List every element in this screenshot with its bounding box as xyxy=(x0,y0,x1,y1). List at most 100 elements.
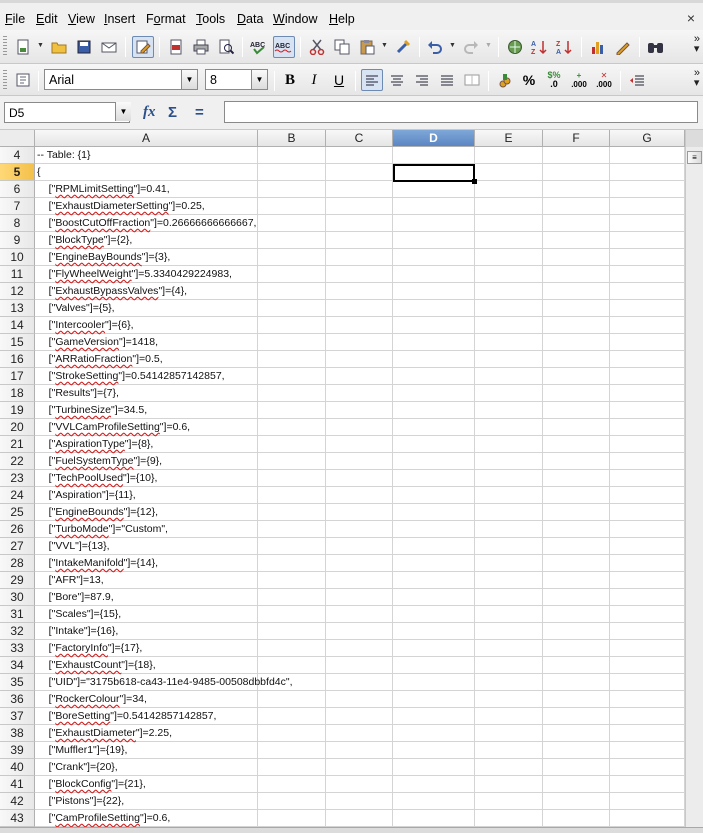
column-header-b[interactable]: B xyxy=(258,130,326,147)
clone-formatting-icon[interactable] xyxy=(392,36,414,58)
cell-a5[interactable]: { xyxy=(37,164,41,181)
cell-a9[interactable]: ["BlockType"]={2}, xyxy=(37,232,133,249)
row-header-36[interactable]: 36 xyxy=(0,691,35,708)
row-header-41[interactable]: 41 xyxy=(0,776,35,793)
cell-a4[interactable]: -- Table: {1} xyxy=(37,147,91,164)
select-all-corner[interactable] xyxy=(0,130,35,147)
cell-a35[interactable]: ["UID"]="3175b618-ca43-11e4-9485-00508db… xyxy=(37,674,293,691)
cell-a27[interactable]: ["VVL"]={13}, xyxy=(37,538,110,555)
chevron-down-icon[interactable]: ▼ xyxy=(485,42,492,49)
chart-icon[interactable] xyxy=(587,36,609,58)
cell-a17[interactable]: ["StrokeSetting"]=0.54142857142857, xyxy=(37,368,225,385)
row-header-38[interactable]: 38 xyxy=(0,725,35,742)
column-header-c[interactable]: C xyxy=(326,130,393,147)
column-header-f[interactable]: F xyxy=(543,130,610,147)
row-header-37[interactable]: 37 xyxy=(0,708,35,725)
row-header-11[interactable]: 11 xyxy=(0,266,35,283)
cell-a39[interactable]: ["Muffler1"]={19}, xyxy=(37,742,128,759)
row-header-6[interactable]: 6 xyxy=(0,181,35,198)
vertical-scrollbar[interactable]: ≡ xyxy=(685,147,703,833)
cell-a25[interactable]: ["EngineBounds"]={12}, xyxy=(37,504,158,521)
cell-a32[interactable]: ["Intake"]={16}, xyxy=(37,623,119,640)
row-header-12[interactable]: 12 xyxy=(0,283,35,300)
cell-a21[interactable]: ["AspirationType"]={8}, xyxy=(37,436,154,453)
italic-button[interactable]: I xyxy=(303,69,325,91)
align-left-icon[interactable] xyxy=(361,69,383,91)
percent-format-button[interactable]: % xyxy=(518,69,540,91)
row-header-34[interactable]: 34 xyxy=(0,657,35,674)
row-header-33[interactable]: 33 xyxy=(0,640,35,657)
row-header-14[interactable]: 14 xyxy=(0,317,35,334)
cell-a43[interactable]: ["CamProfileSetting"]=0.6, xyxy=(37,810,171,827)
export-pdf-icon[interactable] xyxy=(165,36,187,58)
fill-handle[interactable] xyxy=(472,179,477,184)
row-header-15[interactable]: 15 xyxy=(0,334,35,351)
spellcheck-icon[interactable]: ABC xyxy=(248,36,270,58)
cell-a19[interactable]: ["TurbineSize"]=34.5, xyxy=(37,402,147,419)
cell-a18[interactable]: ["Results"]={7}, xyxy=(37,385,119,402)
autospellcheck-icon[interactable]: ABC xyxy=(273,36,295,58)
chevron-down-icon[interactable]: ▼ xyxy=(115,102,131,121)
cell-a26[interactable]: ["TurboMode"]="Custom", xyxy=(37,521,168,538)
close-document-icon[interactable]: × xyxy=(687,10,695,26)
underline-button[interactable]: U xyxy=(328,69,350,91)
row-header-16[interactable]: 16 xyxy=(0,351,35,368)
cell-a22[interactable]: ["FuelSystemType"]={9}, xyxy=(37,453,162,470)
add-decimal-button[interactable]: + .000 xyxy=(568,69,590,91)
row-header-26[interactable]: 26 xyxy=(0,521,35,538)
menu-edit[interactable]: Edit xyxy=(36,12,58,26)
print-preview-icon[interactable] xyxy=(215,36,237,58)
align-center-icon[interactable] xyxy=(386,69,408,91)
cell-a13[interactable]: ["Valves"]={5}, xyxy=(37,300,115,317)
cell-a15[interactable]: ["GameVersion"]=1418, xyxy=(37,334,158,351)
menu-view[interactable]: View xyxy=(68,12,95,26)
column-header-e[interactable]: E xyxy=(475,130,543,147)
print-icon[interactable] xyxy=(190,36,212,58)
cell-a10[interactable]: ["EngineBayBounds"]={3}, xyxy=(37,249,171,266)
toolbar-grip[interactable] xyxy=(3,36,7,56)
cell-a16[interactable]: ["ARRatioFraction"]=0.5, xyxy=(37,351,163,368)
paste-icon[interactable] xyxy=(356,36,378,58)
toolbar-grip[interactable] xyxy=(3,70,7,90)
row-header-8[interactable]: 8 xyxy=(0,215,35,232)
save-icon[interactable] xyxy=(73,36,95,58)
cell-a11[interactable]: ["FlyWheelWeight"]=5.3340429224983, xyxy=(37,266,232,283)
row-header-29[interactable]: 29 xyxy=(0,572,35,589)
row-header-35[interactable]: 35 xyxy=(0,674,35,691)
row-header-25[interactable]: 25 xyxy=(0,504,35,521)
row-header-21[interactable]: 21 xyxy=(0,436,35,453)
merge-cells-icon[interactable] xyxy=(461,69,483,91)
edit-mode-icon[interactable] xyxy=(132,36,154,58)
row-header-32[interactable]: 32 xyxy=(0,623,35,640)
cell-a12[interactable]: ["ExhaustBypassValves"]={4}, xyxy=(37,283,187,300)
row-header-22[interactable]: 22 xyxy=(0,453,35,470)
row-header-31[interactable]: 31 xyxy=(0,606,35,623)
cell-cursor[interactable] xyxy=(393,164,477,184)
hyperlink-icon[interactable] xyxy=(504,36,526,58)
sort-descending-icon[interactable]: ZA xyxy=(554,36,576,58)
cell-a34[interactable]: ["ExhaustCount"]={18}, xyxy=(37,657,156,674)
column-header-g[interactable]: G xyxy=(610,130,685,147)
copy-icon[interactable] xyxy=(331,36,353,58)
bold-button[interactable]: B xyxy=(279,69,301,91)
align-right-icon[interactable] xyxy=(411,69,433,91)
chevron-down-icon[interactable]: ▼ xyxy=(381,42,388,49)
cell-a7[interactable]: ["ExhaustDiameterSetting"]=0.25, xyxy=(37,198,205,215)
draw-functions-icon[interactable] xyxy=(612,36,634,58)
row-header-18[interactable]: 18 xyxy=(0,385,35,402)
row-header-9[interactable]: 9 xyxy=(0,232,35,249)
cell-a28[interactable]: ["IntakeManifold"]={14}, xyxy=(37,555,158,572)
row-header-17[interactable]: 17 xyxy=(0,368,35,385)
chevron-down-icon[interactable]: ▼ xyxy=(251,70,267,89)
function-wizard-button[interactable]: fx xyxy=(143,104,156,121)
cell-a20[interactable]: ["VVLCamProfileSetting"]=0.6, xyxy=(37,419,190,436)
scrollbar-split-handle[interactable] xyxy=(685,130,703,147)
menu-help[interactable]: Help xyxy=(329,12,355,26)
cell-a24[interactable]: ["Aspiration"]={11}, xyxy=(37,487,136,504)
chevron-down-icon[interactable]: ▼ xyxy=(449,42,456,49)
function-button[interactable]: = xyxy=(195,104,204,121)
menu-insert[interactable]: Insert xyxy=(104,12,135,26)
email-icon[interactable] xyxy=(98,36,120,58)
cell-a41[interactable]: ["BlockConfig"]={21}, xyxy=(37,776,146,793)
menu-window[interactable]: Window xyxy=(273,12,317,26)
